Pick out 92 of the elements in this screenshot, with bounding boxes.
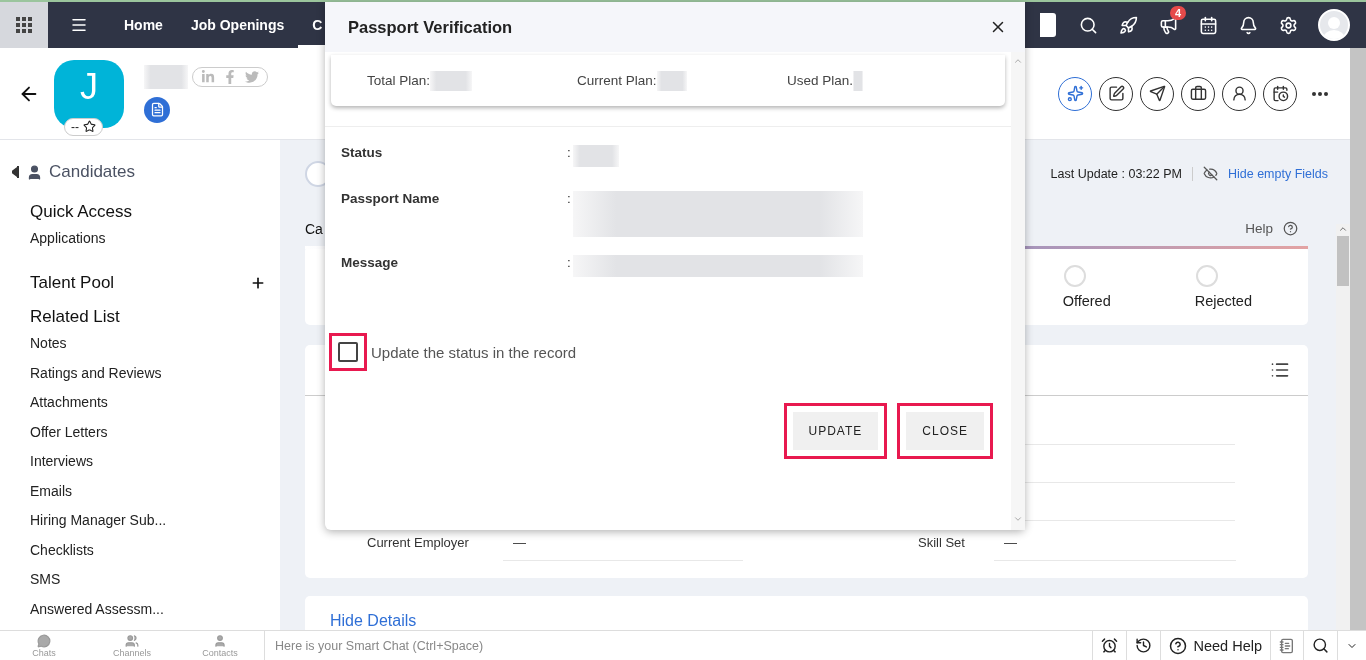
- field-value: —: [994, 535, 1236, 562]
- colon: :: [567, 191, 572, 208]
- plan-label: Total Plan:: [367, 73, 431, 88]
- schedule-button[interactable]: [1263, 76, 1297, 111]
- help-icon: [1169, 636, 1188, 655]
- user-avatar[interactable]: [1318, 9, 1350, 41]
- hide-empty-fields-link[interactable]: Hide empty Fields: [1227, 166, 1328, 181]
- resume-button[interactable]: [144, 96, 170, 123]
- briefcase-button[interactable]: [1181, 76, 1215, 111]
- history-icon: [1135, 637, 1153, 654]
- rating-pill[interactable]: --: [64, 117, 103, 136]
- module-title: Candidates: [49, 162, 135, 182]
- document-icon: [149, 102, 165, 117]
- sidebar-item[interactable]: Ratings and Reviews: [12, 364, 280, 395]
- section-title[interactable]: Related List: [30, 307, 120, 328]
- sidebar-item[interactable]: Applications: [12, 230, 280, 260]
- field-label: Passport Name: [341, 191, 441, 208]
- app-grid-icon[interactable]: [15, 16, 33, 34]
- alarm-clock-icon: [1101, 637, 1119, 654]
- chat-bubble-icon: [37, 633, 51, 648]
- search-icon: [1312, 637, 1329, 654]
- edit-icon: [1107, 85, 1125, 102]
- field-label: Message: [341, 255, 400, 272]
- field-label: Current Employer: [367, 535, 470, 553]
- person-icon: [1230, 85, 1248, 102]
- app-launcher[interactable]: [0, 2, 48, 48]
- rating-text: --: [71, 119, 79, 134]
- section-label: Ca: [305, 220, 323, 237]
- star-icon: [83, 120, 96, 133]
- plan-label: Current Plan:: [577, 73, 657, 88]
- notification-badge: 4: [1170, 5, 1187, 20]
- notebook-icon: [1279, 637, 1295, 654]
- update-button[interactable]: UPDATE: [792, 412, 879, 450]
- help-link[interactable]: Help: [1245, 221, 1273, 237]
- avatar-initial: J: [80, 65, 98, 108]
- collapse-icon[interactable]: [12, 165, 20, 179]
- more-icon: [1312, 91, 1328, 96]
- rocket-icon[interactable]: [1118, 15, 1138, 35]
- sidebar-item[interactable]: Interviews: [12, 453, 280, 483]
- sidebar-item[interactable]: Offer Letters: [12, 423, 280, 454]
- blurred-value: [430, 70, 473, 91]
- stage-radio[interactable]: [1195, 265, 1218, 288]
- calendar-clock-icon: [1271, 85, 1289, 102]
- sidebar-item[interactable]: Emails: [12, 482, 280, 513]
- blurred-value: [656, 70, 687, 91]
- last-update-text: Last Update : 03:22 PM: [1050, 166, 1193, 181]
- group-icon: [125, 633, 139, 648]
- stage-label: Rejected: [1194, 293, 1252, 310]
- sidebar-item[interactable]: Checklists: [12, 541, 280, 572]
- send-icon: [1148, 85, 1166, 102]
- section-title[interactable]: Talent Pool: [30, 273, 115, 294]
- help-icon[interactable]: [1283, 221, 1298, 237]
- scroll-up-icon[interactable]: [1338, 224, 1348, 234]
- edit-button[interactable]: [1099, 76, 1133, 111]
- stage-label: Offered: [1062, 293, 1111, 310]
- field-value: —: [503, 535, 743, 562]
- sidebar-item[interactable]: Hiring Manager Sub...: [12, 512, 280, 542]
- person-icon: [26, 163, 43, 181]
- colon: :: [567, 145, 572, 162]
- menu-icon[interactable]: [70, 16, 88, 34]
- colon: :: [567, 255, 572, 272]
- nav-tab[interactable]: Home: [110, 2, 177, 48]
- sidebar-item[interactable]: Answered Assessm...: [12, 600, 280, 630]
- plan-label: Used Plan.: [787, 73, 854, 88]
- field-label: Status: [341, 145, 384, 162]
- calendar-icon[interactable]: [1198, 15, 1218, 35]
- checkbox[interactable]: [338, 342, 358, 362]
- settings-icon[interactable]: [1278, 15, 1298, 35]
- blurred-value: [572, 145, 619, 167]
- section-title[interactable]: Quick Access: [30, 202, 133, 222]
- bell-icon[interactable]: [1238, 15, 1258, 35]
- blurred-value: [144, 64, 188, 89]
- close-button[interactable]: CLOSE: [906, 412, 984, 450]
- stage-radio[interactable]: [1063, 265, 1086, 288]
- blurred-value: [853, 70, 864, 91]
- search-icon[interactable]: [1078, 15, 1098, 35]
- nav-tab[interactable]: Job Openings: [176, 2, 299, 48]
- hide-details-link[interactable]: Hide Details: [330, 612, 417, 629]
- field-label: Skill Set: [918, 535, 966, 553]
- scroll-thumb[interactable]: [1337, 236, 1349, 286]
- dialog-title: Passport Verification: [348, 17, 513, 37]
- sidebar-item[interactable]: Attachments: [12, 394, 280, 424]
- person-button[interactable]: [1222, 76, 1256, 111]
- checkbox-label: Update the status in the record: [371, 343, 577, 361]
- send-button[interactable]: [1140, 76, 1174, 111]
- sidebar-item[interactable]: Notes: [12, 335, 280, 365]
- sparkle-icon: [1066, 85, 1084, 102]
- eye-off-icon[interactable]: [1202, 166, 1218, 182]
- sidebar-item[interactable]: SMS: [12, 571, 280, 601]
- person-icon: [213, 633, 227, 648]
- assistant-button[interactable]: [1058, 76, 1092, 111]
- briefcase-icon: [1189, 85, 1207, 102]
